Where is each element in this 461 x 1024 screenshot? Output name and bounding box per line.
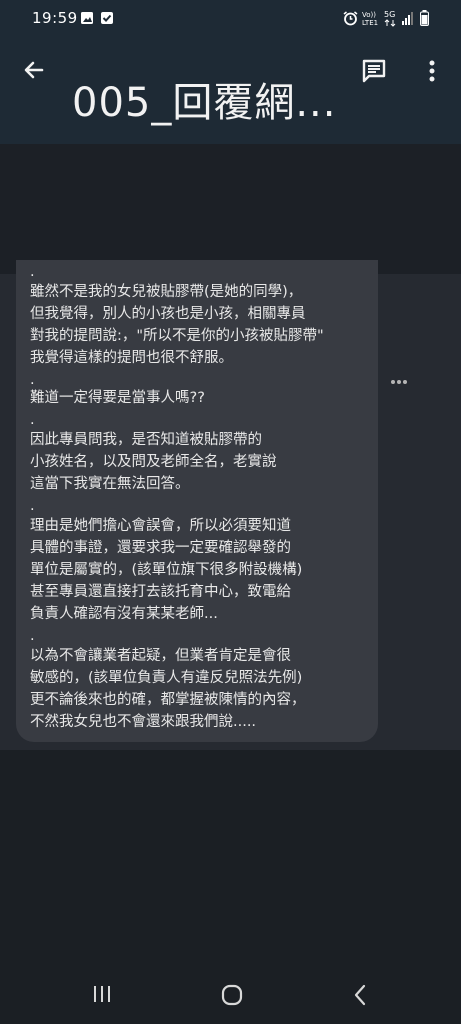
message-line: 但我覺得，別人的小孩也是小孩，相關專員	[30, 306, 306, 322]
back-arrow-icon[interactable]	[20, 56, 48, 84]
message-line: 以為不會讓業者起疑，但業者肯定是會很	[30, 648, 291, 664]
message-line: 負責人確認有沒有某某老師...	[30, 606, 218, 622]
volte-icon: Vo)) LTE1	[362, 9, 380, 31]
message-line: 難道一定得要是當事人嗎??	[30, 390, 205, 406]
svg-text:5G: 5G	[384, 10, 395, 19]
svg-text:LTE1: LTE1	[362, 19, 378, 27]
image-notification-icon	[80, 11, 94, 29]
message-line: 小孩姓名，以及問及老師全名，老實說	[30, 454, 277, 470]
navigation-bar	[0, 964, 461, 1024]
message-line: .	[30, 412, 35, 428]
message-line: 這當下我實在無法回答。	[30, 476, 190, 492]
message-line: 不然我女兒也不會還來跟我們說.....	[30, 714, 257, 730]
back-icon[interactable]	[350, 983, 370, 1011]
signal-icon	[402, 11, 414, 29]
message-line: .	[30, 264, 35, 280]
message-line: 敏感的，(該單位負責人有違反兒照法先例)	[30, 670, 303, 686]
screen: 19:59 Vo)) LTE1 5G 005_回覆網... . 雖然不是我的女兒…	[0, 0, 461, 1024]
more-horiz-icon[interactable]	[390, 370, 408, 389]
message-line: 對我的提問說:，"所以不是你的小孩被貼膠帶"	[30, 328, 324, 344]
alarm-icon	[343, 11, 358, 30]
page-title: 005_回覆網...	[72, 80, 337, 126]
message-line: 我覺得這樣的提問也很不舒服。	[30, 350, 233, 366]
svg-text:Vo)): Vo))	[362, 11, 376, 19]
status-bar: 19:59 Vo)) LTE1 5G	[0, 0, 461, 36]
home-icon[interactable]	[220, 983, 244, 1011]
message-line: 甚至專員還直接打去該托育中心，致電給	[30, 584, 291, 600]
app-bar: 005_回覆網...	[0, 36, 461, 144]
check-notification-icon	[100, 11, 114, 29]
recent-apps-icon[interactable]	[91, 984, 113, 1008]
5g-icon: 5G	[383, 9, 399, 31]
message-icon[interactable]	[361, 58, 387, 88]
message-bubble[interactable]: . 雖然不是我的女兒被貼膠帶(是她的同學)， 但我覺得，別人的小孩也是小孩，相關…	[16, 260, 378, 742]
battery-icon	[420, 10, 429, 30]
status-time: 19:59	[32, 9, 78, 27]
message-line: .	[30, 498, 35, 514]
top-gap	[0, 144, 461, 274]
message-line: 具體的事證，還要求我一定要確認舉發的	[30, 540, 291, 556]
message-line: 理由是她們擔心會誤會，所以必須要知道	[30, 518, 291, 534]
message-line: 更不論後來也的確，都掌握被陳情的內容，	[30, 692, 306, 708]
more-vert-icon[interactable]	[420, 58, 444, 88]
message-line: 因此專員問我，是否知道被貼膠帶的	[30, 432, 262, 448]
message-line: 雖然不是我的女兒被貼膠帶(是她的同學)，	[30, 284, 303, 300]
message-line: .	[30, 628, 35, 644]
message-line: 單位是屬實的，(該單位旗下很多附設機構)	[30, 562, 303, 578]
